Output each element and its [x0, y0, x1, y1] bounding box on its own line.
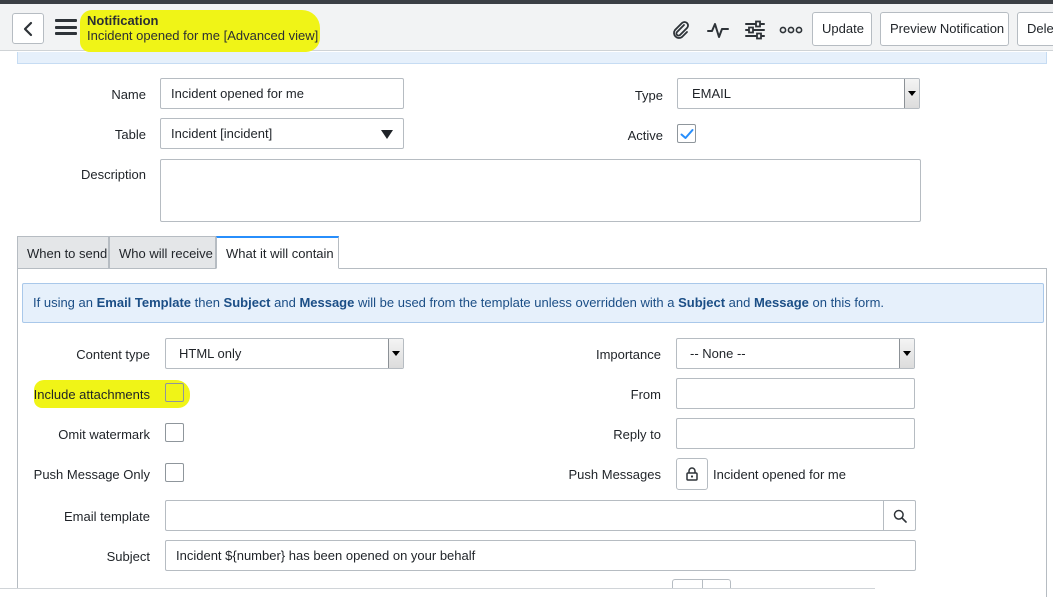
back-icon [23, 21, 33, 36]
type-select[interactable]: EMAIL [677, 78, 920, 109]
table-select[interactable]: Incident [incident] [160, 118, 404, 149]
info-notice: If using an Email Template then Subject … [22, 283, 1044, 323]
from-field[interactable] [676, 378, 915, 409]
settings-sliders-icon[interactable] [743, 20, 767, 40]
description-field[interactable] [160, 159, 921, 222]
active-label: Active [627, 128, 663, 143]
lock-icon [686, 467, 698, 481]
content-type-label: Content type [76, 347, 150, 362]
push-message-only-checkbox[interactable] [165, 463, 184, 482]
reply-to-field[interactable] [676, 418, 915, 449]
chevron-down-icon [381, 130, 393, 139]
menu-icon[interactable] [55, 17, 77, 37]
email-template-label: Email template [64, 509, 150, 524]
activity-icon[interactable] [706, 20, 730, 40]
lock-button[interactable] [676, 458, 708, 490]
update-button[interactable]: Update [812, 12, 872, 46]
reply-to-label: Reply to [613, 427, 661, 442]
push-message-only-label: Push Message Only [33, 467, 150, 482]
omit-watermark-checkbox[interactable] [165, 423, 184, 442]
from-label: From [630, 387, 661, 402]
subject-field[interactable]: Incident ${number} has been opened on yo… [165, 540, 916, 571]
form-header: Notification Incident opened for me [Adv… [0, 4, 1053, 52]
content-type-select[interactable]: HTML only [165, 338, 404, 369]
description-label: Description [80, 167, 146, 182]
tab-when-to-send[interactable]: When to send [17, 236, 109, 269]
status-bar [0, 588, 875, 597]
tab-what-it-will-contain[interactable]: What it will contain [216, 236, 339, 269]
name-label: Name [111, 87, 146, 102]
dropdown-arrow-icon [899, 339, 914, 368]
page-subtitle: Incident opened for me [Advanced view] [87, 28, 319, 43]
name-field[interactable]: Incident opened for me [160, 78, 404, 109]
tab-who-will-receive[interactable]: Who will receive [109, 236, 216, 269]
importance-label: Importance [595, 347, 661, 362]
lookup-button[interactable] [883, 501, 915, 530]
subject-label: Subject [106, 549, 150, 564]
paperclip-icon[interactable] [668, 20, 692, 40]
page-title: Notification [87, 13, 159, 28]
more-icon[interactable] [779, 20, 803, 40]
delete-button[interactable]: Delet [1017, 12, 1053, 46]
push-messages-label: Push Messages [568, 467, 662, 482]
omit-watermark-label: Omit watermark [58, 427, 150, 442]
search-icon [893, 509, 907, 523]
checkmark-icon [680, 128, 693, 139]
dropdown-arrow-icon [904, 79, 919, 108]
active-checkbox[interactable] [677, 124, 696, 143]
importance-select[interactable]: -- None -- [676, 338, 915, 369]
back-button[interactable] [12, 13, 44, 44]
include-attachments-label: Include attachments [33, 387, 150, 402]
type-select-value: EMAIL [692, 86, 732, 101]
table-select-value: Incident [incident] [171, 126, 273, 141]
preview-notification-button[interactable]: Preview Notification [880, 12, 1009, 46]
info-bar [17, 52, 1047, 64]
table-label: Table [114, 127, 146, 142]
content-type-value: HTML only [179, 346, 242, 361]
include-attachments-checkbox[interactable] [165, 383, 184, 402]
push-messages-value[interactable]: Incident opened for me [713, 467, 846, 482]
type-label: Type [634, 88, 663, 103]
importance-value: -- None -- [690, 346, 746, 361]
dropdown-arrow-icon [388, 339, 403, 368]
email-template-field[interactable] [165, 500, 916, 531]
